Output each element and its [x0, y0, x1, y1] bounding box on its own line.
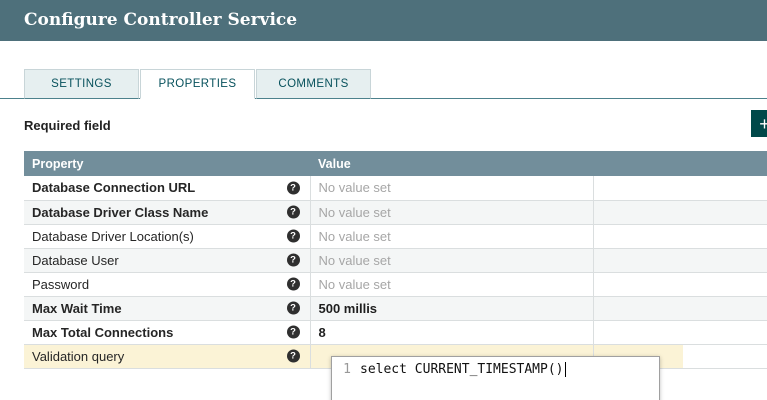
row-filler: [593, 296, 767, 321]
help-icon[interactable]: ?: [286, 301, 300, 315]
editor-code-text: select CURRENT_TIMESTAMP(): [360, 362, 564, 377]
property-row: Database Connection URL ? No value set: [24, 176, 767, 201]
property-name: Database User: [32, 252, 119, 268]
text-caret: [564, 362, 566, 377]
property-value[interactable]: No value set: [310, 176, 594, 201]
property-value[interactable]: No value set: [310, 248, 594, 273]
row-filler: [593, 272, 767, 297]
property-value[interactable]: 500 millis: [310, 296, 594, 321]
property-name: Database Driver Location(s): [32, 228, 194, 244]
property-row: Max Wait Time ? 500 millis: [24, 296, 767, 321]
required-field-label: Required field: [24, 118, 111, 133]
row-filler: [593, 176, 767, 201]
editor-code-input[interactable]: select CURRENT_TIMESTAMP(): [360, 362, 566, 400]
tab-settings[interactable]: SETTINGS: [24, 69, 139, 99]
help-icon[interactable]: ?: [286, 277, 300, 291]
row-filler: [593, 200, 767, 225]
help-icon[interactable]: ?: [286, 253, 300, 267]
help-icon[interactable]: ?: [286, 181, 300, 195]
help-icon[interactable]: ?: [286, 349, 300, 363]
property-row: Database Driver Class Name ? No value se…: [24, 200, 767, 225]
help-icon[interactable]: ?: [286, 325, 300, 339]
property-name: Max Total Connections: [32, 324, 174, 340]
row-filler: [593, 224, 767, 249]
column-header-filler: [593, 151, 767, 176]
property-name: Validation query: [32, 348, 125, 364]
tab-bar: SETTINGS PROPERTIES COMMENTS: [0, 69, 767, 99]
column-header-value: Value: [310, 151, 593, 176]
dialog-header: Configure Controller Service: [0, 0, 767, 41]
value-editor-popup[interactable]: 1 select CURRENT_TIMESTAMP(): [331, 356, 660, 400]
table-header-row: Property Value: [24, 151, 767, 176]
row-filler: [593, 320, 767, 345]
help-icon[interactable]: ?: [286, 205, 300, 219]
add-property-button[interactable]: +: [751, 110, 767, 137]
tab-properties[interactable]: PROPERTIES: [140, 69, 255, 99]
property-name: Max Wait Time: [32, 300, 122, 316]
table-toolbar: Required field +: [24, 110, 767, 139]
property-value[interactable]: 8: [310, 320, 594, 345]
column-header-property: Property: [24, 151, 310, 176]
properties-table-body: Database Connection URL ? No value set D…: [24, 176, 767, 369]
property-row: Database User ? No value set: [24, 248, 767, 273]
row-filler: [593, 248, 767, 273]
editor-line-number: 1: [343, 362, 351, 377]
property-name: Database Driver Class Name: [32, 204, 209, 220]
property-name: Database Connection URL: [32, 180, 196, 196]
property-row: Database Driver Location(s) ? No value s…: [24, 224, 767, 249]
property-value[interactable]: No value set: [310, 200, 594, 225]
properties-table: Property Value Database Connection URL ?…: [24, 151, 767, 369]
property-row: Password ? No value set: [24, 272, 767, 297]
dialog-title: Configure Controller Service: [24, 10, 298, 30]
configure-controller-service-dialog: Configure Controller Service SETTINGS PR…: [0, 0, 767, 400]
property-row: Max Total Connections ? 8: [24, 320, 767, 345]
property-value[interactable]: No value set: [310, 224, 594, 249]
property-name: Password: [32, 276, 90, 292]
property-value[interactable]: No value set: [310, 272, 594, 297]
tab-comments[interactable]: COMMENTS: [256, 69, 371, 99]
help-icon[interactable]: ?: [286, 229, 300, 243]
